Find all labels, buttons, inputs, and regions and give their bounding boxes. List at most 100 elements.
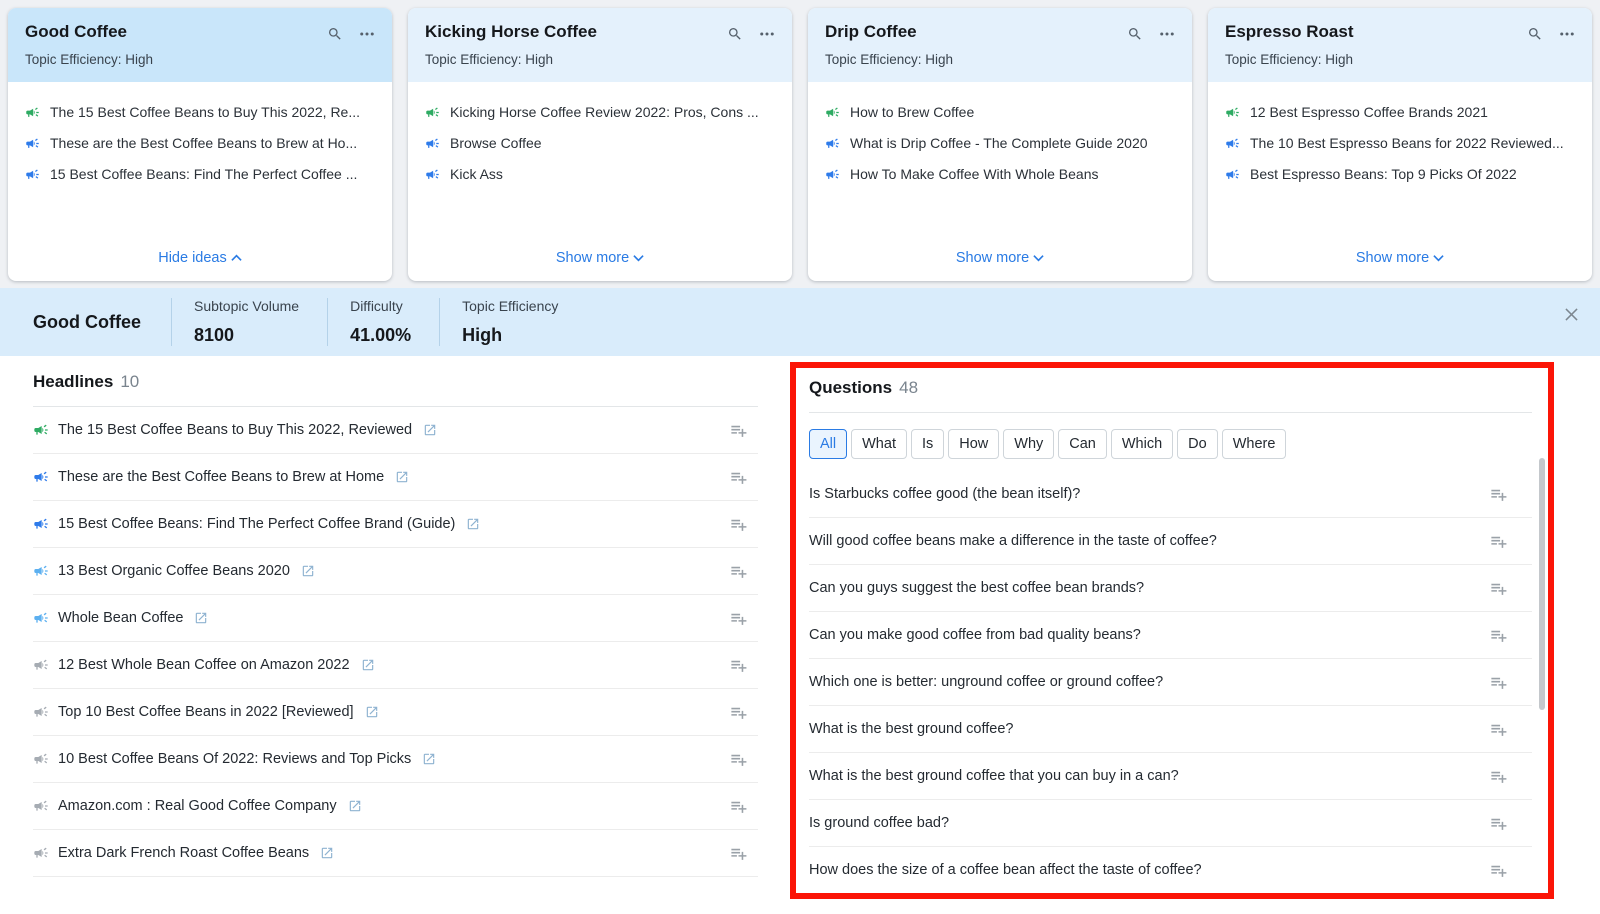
question-filter[interactable]: All	[809, 429, 847, 459]
external-link-icon[interactable]	[361, 658, 375, 672]
show-more-button[interactable]: Show more	[408, 238, 792, 281]
external-link-icon[interactable]	[466, 517, 480, 531]
megaphone-icon	[825, 105, 840, 120]
external-link-icon[interactable]	[395, 470, 409, 484]
add-to-list-icon[interactable]	[729, 797, 748, 816]
more-options-icon[interactable]	[358, 25, 376, 43]
search-icon[interactable]	[1127, 26, 1143, 42]
add-to-list-icon[interactable]	[729, 703, 748, 722]
idea-title[interactable]: Kicking Horse Coffee Review 2022: Pros, …	[450, 104, 759, 120]
headline-link[interactable]: These are the Best Coffee Beans to Brew …	[58, 469, 384, 485]
headline-link[interactable]: 15 Best Coffee Beans: Find The Perfect C…	[58, 516, 455, 532]
idea-title[interactable]: The 15 Best Coffee Beans to Buy This 202…	[50, 104, 360, 120]
metric-value: High	[462, 325, 558, 346]
more-options-icon[interactable]	[1558, 25, 1576, 43]
idea-title[interactable]: Kick Ass	[450, 166, 503, 182]
external-link-icon[interactable]	[423, 423, 437, 437]
idea-title[interactable]: 12 Best Espresso Coffee Brands 2021	[1250, 104, 1488, 120]
hide-ideas-button[interactable]: Hide ideas	[8, 238, 392, 281]
add-to-list-icon[interactable]	[729, 656, 748, 675]
card-title[interactable]: Drip Coffee	[825, 22, 953, 42]
search-icon[interactable]	[727, 26, 743, 42]
headline-link[interactable]: Extra Dark French Roast Coffee Beans	[58, 845, 309, 861]
idea-title[interactable]: Browse Coffee	[450, 135, 542, 151]
card-header: Espresso Roast Topic Efficiency: High	[1208, 8, 1592, 82]
headline-link[interactable]: 12 Best Whole Bean Coffee on Amazon 2022	[58, 657, 350, 673]
add-to-list-icon[interactable]	[1489, 673, 1508, 692]
add-to-list-icon[interactable]	[729, 844, 748, 863]
question-filter[interactable]: How	[948, 429, 999, 459]
add-to-list-icon[interactable]	[1489, 720, 1508, 739]
idea-title[interactable]: These are the Best Coffee Beans to Brew …	[50, 135, 357, 151]
search-icon[interactable]	[327, 26, 343, 42]
question-filter[interactable]: Which	[1111, 429, 1173, 459]
add-to-list-icon[interactable]	[1489, 626, 1508, 645]
external-link-icon[interactable]	[365, 705, 379, 719]
megaphone-icon	[33, 845, 49, 861]
add-to-list-icon[interactable]	[1489, 767, 1508, 786]
more-options-icon[interactable]	[758, 25, 776, 43]
headline-link[interactable]: Top 10 Best Coffee Beans in 2022 [Review…	[58, 704, 354, 720]
idea-title[interactable]: How To Make Coffee With Whole Beans	[850, 166, 1099, 182]
idea-title[interactable]: Best Espresso Beans: Top 9 Picks Of 2022	[1250, 166, 1517, 182]
add-to-list-icon[interactable]	[1489, 814, 1508, 833]
show-more-button[interactable]: Show more	[808, 238, 1192, 281]
card-title[interactable]: Espresso Roast	[1225, 22, 1354, 42]
megaphone-icon	[425, 167, 440, 182]
question-row: What is the best ground coffee?	[809, 706, 1532, 753]
external-link-icon[interactable]	[422, 752, 436, 766]
external-link-icon[interactable]	[194, 611, 208, 625]
headline-row: Whole Bean Coffee	[33, 595, 758, 642]
question-filter[interactable]: Do	[1177, 429, 1218, 459]
scrollbar-thumb[interactable]	[1539, 458, 1545, 710]
idea-title[interactable]: 15 Best Coffee Beans: Find The Perfect C…	[50, 166, 357, 182]
add-to-list-icon[interactable]	[1489, 579, 1508, 598]
headline-row: 15 Best Coffee Beans: Find The Perfect C…	[33, 501, 758, 548]
card-title[interactable]: Good Coffee	[25, 22, 153, 42]
add-to-list-icon[interactable]	[729, 562, 748, 581]
question-filter[interactable]: Is	[911, 429, 944, 459]
question-filter[interactable]: Can	[1058, 429, 1107, 459]
card-efficiency: Topic Efficiency: High	[825, 52, 953, 67]
add-to-list-icon[interactable]	[1489, 532, 1508, 551]
card-idea-item: How To Make Coffee With Whole Beans	[825, 166, 1176, 182]
headline-link[interactable]: Whole Bean Coffee	[58, 610, 183, 626]
add-to-list-icon[interactable]	[729, 609, 748, 628]
question-filter[interactable]: What	[851, 429, 907, 459]
headline-link[interactable]: Amazon.com : Real Good Coffee Company	[58, 798, 337, 814]
chevron-down-icon	[1429, 250, 1444, 266]
external-link-icon[interactable]	[320, 846, 334, 860]
show-more-button[interactable]: Show more	[1208, 238, 1592, 281]
add-to-list-icon[interactable]	[729, 421, 748, 440]
idea-title[interactable]: How to Brew Coffee	[850, 104, 974, 120]
card-title[interactable]: Kicking Horse Coffee	[425, 22, 597, 42]
card-header: Drip Coffee Topic Efficiency: High	[808, 8, 1192, 82]
idea-title[interactable]: What is Drip Coffee - The Complete Guide…	[850, 135, 1148, 151]
external-link-icon[interactable]	[301, 564, 315, 578]
megaphone-icon	[25, 136, 40, 151]
card-idea-item: The 15 Best Coffee Beans to Buy This 202…	[25, 104, 376, 120]
headline-link[interactable]: The 15 Best Coffee Beans to Buy This 202…	[58, 422, 412, 438]
chevron-down-icon	[629, 250, 644, 266]
question-text: What is the best ground coffee?	[809, 721, 1013, 737]
headline-link[interactable]: 10 Best Coffee Beans Of 2022: Reviews an…	[58, 751, 411, 767]
megaphone-icon	[33, 657, 49, 673]
add-to-list-icon[interactable]	[1489, 485, 1508, 504]
megaphone-icon	[33, 516, 49, 532]
idea-title[interactable]: The 10 Best Espresso Beans for 2022 Revi…	[1250, 135, 1564, 151]
questions-panel: Questions48 All What Is How Why Can	[796, 368, 1548, 893]
add-to-list-icon[interactable]	[729, 750, 748, 769]
external-link-icon[interactable]	[348, 799, 362, 813]
search-icon[interactable]	[1527, 26, 1543, 42]
more-options-icon[interactable]	[1158, 25, 1176, 43]
close-icon[interactable]	[1565, 308, 1578, 326]
add-to-list-icon[interactable]	[729, 515, 748, 534]
question-filter[interactable]: Why	[1003, 429, 1054, 459]
card-efficiency: Topic Efficiency: High	[25, 52, 153, 67]
add-to-list-icon[interactable]	[729, 468, 748, 487]
metric-label: Subtopic Volume	[194, 298, 299, 314]
headline-link[interactable]: 13 Best Organic Coffee Beans 2020	[58, 563, 290, 579]
question-filter[interactable]: Where	[1222, 429, 1287, 459]
add-to-list-icon[interactable]	[1489, 861, 1508, 880]
summary-topic-title: Good Coffee	[33, 312, 141, 333]
